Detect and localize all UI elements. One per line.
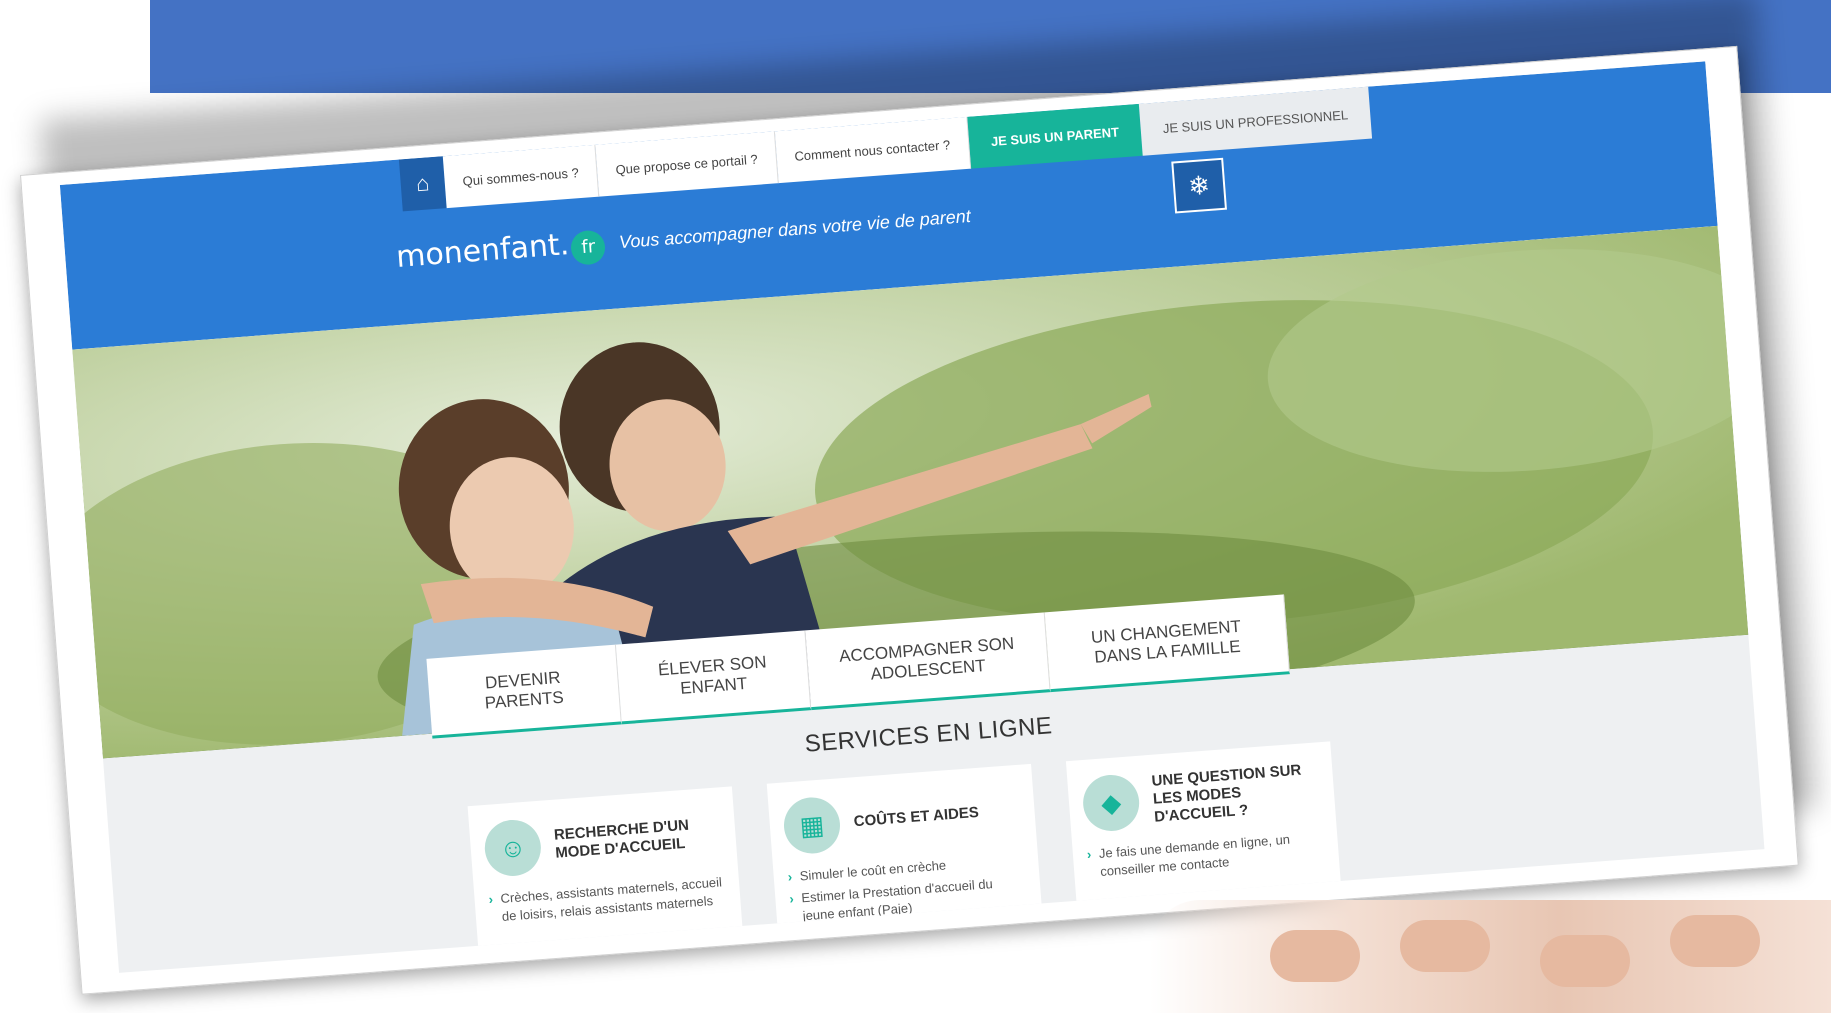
babies-decorative-photo bbox=[1150, 900, 1831, 1013]
tab-professionnel[interactable]: JE SUIS UN PROFESSIONNEL bbox=[1138, 86, 1372, 156]
mother-child-icon: ☺ bbox=[482, 817, 543, 878]
baby-figure bbox=[1400, 920, 1490, 972]
tab-elever-son-enfant[interactable]: ÉLEVER SON ENFANT bbox=[615, 630, 812, 725]
nav-link-que-propose[interactable]: Que propose ce portail ? bbox=[595, 131, 779, 197]
service-link[interactable]: Crèches, assistants maternels, accueil d… bbox=[488, 873, 727, 927]
caf-logo-icon[interactable]: ❄ bbox=[1171, 157, 1227, 214]
service-card-title: COÛTS ET AIDES bbox=[853, 803, 980, 831]
france-map-icon: ◆ bbox=[1081, 772, 1142, 833]
service-card-question[interactable]: ◆ UNE QUESTION SUR LES MODES D'ACCUEIL ?… bbox=[1065, 741, 1343, 921]
tab-accompagner-adolescent[interactable]: ACCOMPAGNER SON ADOLESCENT bbox=[805, 612, 1051, 711]
nav-link-qui-sommes-nous[interactable]: Qui sommes-nous ? bbox=[442, 144, 600, 209]
logo-dot: fr bbox=[570, 229, 607, 266]
screenshot-frame: ⌂ Qui sommes-nous ? Que propose ce porta… bbox=[20, 45, 1799, 995]
service-card-title: RECHERCHE D'UN MODE D'ACCUEIL bbox=[553, 816, 690, 862]
baby-figure bbox=[1670, 915, 1760, 967]
service-link[interactable]: Je fais une demande en ligne, un conseil… bbox=[1086, 828, 1325, 882]
baby-figure bbox=[1270, 930, 1360, 982]
site-tagline: Vous accompagner dans votre vie de paren… bbox=[618, 205, 972, 253]
calculator-icon: ▦ bbox=[781, 795, 843, 856]
site-logo[interactable]: monenfant. fr bbox=[395, 224, 607, 279]
home-icon[interactable]: ⌂ bbox=[398, 156, 447, 212]
service-card-recherche[interactable]: ☺ RECHERCHE D'UN MODE D'ACCUEIL Crèches,… bbox=[467, 786, 744, 966]
tab-devenir-parents[interactable]: DEVENIR PARENTS bbox=[426, 644, 622, 739]
tab-changement-famille[interactable]: UN CHANGEMENT DANS LA FAMILLE bbox=[1044, 594, 1291, 693]
tab-parent[interactable]: JE SUIS UN PARENT bbox=[967, 103, 1143, 169]
brand: monenfant. fr Vous accompagner dans votre… bbox=[395, 197, 972, 279]
website: ⌂ Qui sommes-nous ? Que propose ce porta… bbox=[59, 61, 1765, 973]
nav-link-contact[interactable]: Comment nous contacter ? bbox=[774, 116, 971, 184]
service-card-title: UNE QUESTION SUR LES MODES D'ACCUEIL ? bbox=[1151, 761, 1302, 826]
baby-figure bbox=[1540, 935, 1630, 987]
service-card-couts[interactable]: ▦ COÛTS ET AIDES Simuler le coût en crèc… bbox=[766, 763, 1043, 944]
